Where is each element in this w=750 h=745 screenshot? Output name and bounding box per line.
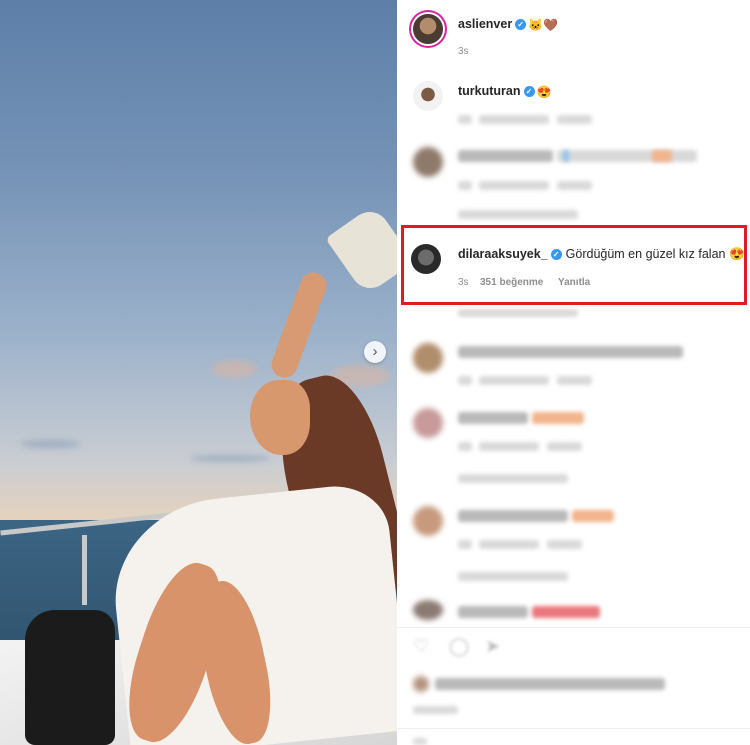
photo-cloud bbox=[20, 440, 80, 448]
blurred-meta bbox=[413, 738, 427, 745]
blurred-avatar bbox=[413, 600, 443, 620]
blurred-meta bbox=[458, 376, 472, 385]
blurred-meta bbox=[458, 181, 472, 190]
blurred-meta bbox=[479, 540, 539, 549]
next-photo-button[interactable]: › bbox=[364, 341, 386, 363]
divider bbox=[397, 627, 750, 628]
blurred-username bbox=[458, 510, 568, 522]
blurred-avatar bbox=[413, 676, 429, 692]
blurred-meta bbox=[479, 181, 549, 190]
highlight-box bbox=[401, 225, 747, 305]
blurred-meta bbox=[557, 376, 592, 385]
author-emojis: 🐱🤎 bbox=[528, 17, 559, 32]
blurred-avatar bbox=[413, 147, 443, 177]
comment-avatar[interactable] bbox=[413, 81, 443, 111]
comment-header: turkuturan ✓ 😍 bbox=[458, 84, 551, 99]
author-avatar[interactable] bbox=[413, 14, 443, 44]
blurred-comment bbox=[557, 150, 697, 162]
blurred-username bbox=[458, 412, 528, 424]
woman-arm bbox=[267, 268, 331, 382]
blurred-meta bbox=[557, 181, 592, 190]
blurred-meta bbox=[458, 540, 472, 549]
post-time: 3s bbox=[458, 46, 469, 57]
blurred-replies bbox=[458, 572, 568, 581]
verified-badge-icon: ✓ bbox=[515, 19, 527, 31]
blurred-avatar bbox=[413, 343, 443, 373]
blurred-emoji bbox=[532, 606, 600, 618]
author-username[interactable]: aslienver bbox=[458, 17, 512, 31]
blurred-emoji bbox=[572, 510, 614, 522]
blurred-meta bbox=[458, 115, 472, 124]
blurred-meta bbox=[547, 442, 582, 451]
verified-badge-icon: ✓ bbox=[523, 86, 535, 98]
blurred-meta bbox=[547, 540, 582, 549]
woman-face bbox=[250, 380, 310, 455]
boat-railing bbox=[82, 535, 87, 605]
blurred-meta bbox=[479, 376, 549, 385]
blurred-comment bbox=[458, 346, 683, 358]
blurred-emoji bbox=[532, 412, 584, 424]
blurred-avatar bbox=[413, 506, 443, 536]
comment-emoji: 😍 bbox=[536, 84, 552, 99]
blurred-liked-by bbox=[435, 678, 665, 690]
post-author[interactable]: aslienver ✓ 🐱🤎 bbox=[458, 17, 558, 32]
blurred-meta bbox=[479, 115, 549, 124]
comments-panel: aslienver ✓ 🐱🤎 3s turkuturan ✓ 😍 dilaraaksuy… bbox=[397, 0, 750, 745]
comment-icon[interactable]: ◯ bbox=[449, 636, 469, 657]
photo-bag bbox=[25, 610, 115, 745]
photo-cloud bbox=[190, 455, 270, 462]
blurred-comment bbox=[563, 150, 569, 162]
blurred-username bbox=[458, 150, 553, 162]
blurred-meta bbox=[413, 706, 458, 714]
blurred-username bbox=[458, 606, 528, 618]
share-icon[interactable]: ➤ bbox=[485, 636, 500, 657]
divider bbox=[397, 728, 750, 729]
comment-username[interactable]: turkuturan bbox=[458, 84, 521, 98]
blurred-avatar bbox=[413, 408, 443, 438]
photo-cloud bbox=[212, 360, 257, 378]
blurred-meta bbox=[458, 442, 472, 451]
like-icon[interactable]: ♡ bbox=[413, 636, 429, 657]
post-photo: › bbox=[0, 0, 397, 745]
blurred-emoji bbox=[652, 150, 672, 162]
blurred-replies bbox=[458, 210, 578, 219]
blurred-meta bbox=[479, 442, 539, 451]
scarf bbox=[325, 204, 397, 296]
blurred-meta bbox=[557, 115, 592, 124]
blurred-replies bbox=[458, 309, 578, 317]
blurred-replies bbox=[458, 474, 568, 483]
